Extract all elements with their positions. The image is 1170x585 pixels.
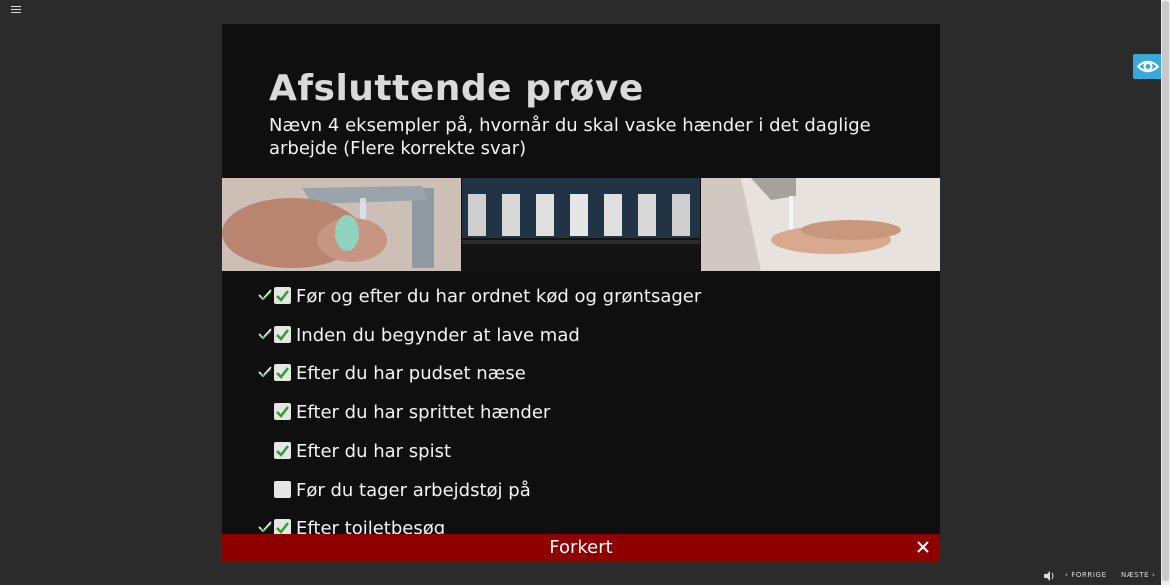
checkbox-checked-icon[interactable]	[274, 364, 291, 382]
image-strip	[222, 178, 940, 271]
question-text: Nævn 4 eksempler på, hvornår du skal vas…	[269, 115, 871, 159]
scroll-thumb[interactable]	[1162, 1, 1169, 581]
checkbox-checked-icon[interactable]	[274, 403, 291, 421]
option-item[interactable]: Før du tager arbejdstøj på	[258, 480, 918, 508]
option-item[interactable]: Før og efter du har ordnet kød og grønts…	[258, 286, 918, 314]
scrollbar[interactable]	[1161, 0, 1170, 585]
option-label: Før du tager arbejdstøj på	[296, 479, 531, 501]
feedback-text: Forkert	[549, 537, 613, 558]
checkbox-empty-icon[interactable]	[274, 480, 291, 498]
checkbox-checked-icon[interactable]	[274, 325, 291, 343]
handwashing-tap-photo	[701, 178, 940, 271]
checkbox-checked-icon[interactable]	[274, 441, 291, 459]
doors-hallway-photo	[462, 178, 700, 271]
option-label: Før og efter du har ordnet kød og grønts…	[296, 286, 702, 307]
chevron-right-icon: ›	[1149, 571, 1156, 579]
menu-icon[interactable]	[11, 6, 21, 14]
option-item[interactable]: Inden du begynder at lave mad	[258, 325, 918, 353]
correct-tick-icon	[258, 289, 272, 301]
option-label: Inden du begynder at lave mad	[296, 324, 580, 346]
eye-icon[interactable]	[1133, 54, 1163, 79]
option-label: Efter du har pudset næse	[296, 363, 526, 385]
slide: Afsluttende prøve Nævn 4 eksempler på, h…	[222, 24, 940, 561]
next-button[interactable]: NÆSTE ›	[1121, 571, 1155, 583]
option-item[interactable]: Efter du har sprittet hænder	[258, 402, 918, 430]
slide-title: Afsluttende prøve	[269, 68, 644, 109]
volume-icon[interactable]	[1043, 571, 1055, 583]
option-item[interactable]: Efter du har spist	[258, 441, 918, 469]
correct-tick-icon	[258, 366, 272, 378]
prev-button[interactable]: ‹ FORRIGE	[1065, 571, 1107, 583]
feedback-banner: Forkert	[222, 534, 940, 561]
option-label: Efter du har spist	[296, 440, 452, 462]
close-icon[interactable]	[914, 538, 932, 556]
option-label: Efter du har sprittet hænder	[296, 402, 551, 424]
prev-label: FORRIGE	[1071, 571, 1107, 579]
checkbox-checked-icon[interactable]	[274, 287, 291, 304]
handwashing-soap-photo	[222, 178, 461, 271]
correct-tick-icon	[258, 328, 272, 339]
correct-tick-icon	[258, 521, 272, 533]
option-item[interactable]: Efter du har pudset næse	[258, 363, 918, 391]
next-label: NÆSTE	[1121, 571, 1150, 579]
